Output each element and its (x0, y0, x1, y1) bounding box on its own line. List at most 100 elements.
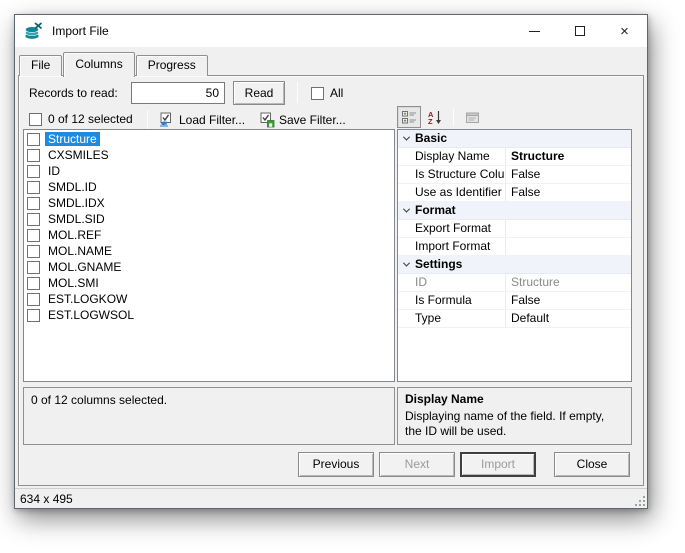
row-margin (398, 148, 415, 165)
list-item[interactable]: CXSMILES (24, 147, 394, 163)
category-name: Basic (415, 130, 447, 147)
property-value[interactable]: Structure (505, 148, 631, 165)
property-value[interactable]: False (505, 292, 631, 309)
import-button: Import (460, 452, 536, 477)
select-all-checkbox[interactable] (29, 113, 42, 126)
column-checkbox[interactable] (27, 245, 40, 258)
next-button: Next (379, 452, 455, 477)
footer-button-row: PreviousNextImport Close (19, 451, 630, 477)
list-item[interactable]: MOL.GNAME (24, 259, 394, 275)
property-name: ID (415, 274, 505, 291)
list-item[interactable]: EST.LOGKOW (24, 291, 394, 307)
column-checkbox[interactable] (27, 149, 40, 162)
column-label: CXSMILES (45, 148, 112, 162)
property-value[interactable]: False (505, 184, 631, 201)
property-value[interactable]: Default (505, 310, 631, 327)
column-label: MOL.GNAME (45, 260, 124, 274)
row-margin (398, 166, 415, 183)
column-label: MOL.NAME (45, 244, 115, 258)
property-grid[interactable]: BasicDisplay NameStructureIs Structure C… (397, 129, 632, 382)
alphabetical-sort-button[interactable]: A Z (423, 106, 447, 128)
alphabetical-sort-icon: A Z (428, 110, 443, 125)
property-row[interactable]: Is FormulaFalse (398, 292, 631, 310)
column-label: MOL.SMI (45, 276, 102, 290)
property-row[interactable]: IDStructure (398, 274, 631, 292)
collapse-chevron-icon[interactable] (398, 256, 415, 273)
list-item[interactable]: SMDL.SID (24, 211, 394, 227)
category-name: Format (415, 202, 456, 219)
column-checkbox[interactable] (27, 293, 40, 306)
list-item[interactable]: SMDL.ID (24, 179, 394, 195)
chevron-down-icon (403, 206, 410, 213)
column-checkbox[interactable] (27, 277, 40, 290)
row-margin (398, 274, 415, 291)
load-filter-icon (159, 112, 175, 128)
window-maximize-button[interactable] (557, 15, 602, 47)
select-all-checkbox-group[interactable]: 0 of 12 selected (29, 112, 133, 126)
column-checkbox[interactable] (27, 165, 40, 178)
property-value[interactable]: Structure (505, 274, 631, 291)
categorized-view-button[interactable] (397, 106, 421, 128)
column-label: MOL.REF (45, 228, 104, 242)
records-to-read-input[interactable] (131, 82, 225, 104)
property-row[interactable]: Use as IdentifierFalse (398, 184, 631, 202)
column-checkbox[interactable] (27, 181, 40, 194)
save-filter-icon (259, 112, 275, 128)
collapse-chevron-icon[interactable] (398, 130, 415, 147)
tab-columns[interactable]: Columns (63, 52, 134, 77)
row-margin (398, 292, 415, 309)
list-item[interactable]: SMDL.IDX (24, 195, 394, 211)
property-row[interactable]: Is Structure ColumnFalse (398, 166, 631, 184)
close-button[interactable]: Close (554, 452, 630, 477)
import-file-dialog: Import File × FileColumnsProgress Record… (14, 14, 648, 509)
maximize-icon (575, 26, 585, 36)
property-value[interactable] (505, 220, 631, 237)
chevron-down-icon (403, 134, 410, 141)
categorized-view-icon (402, 110, 417, 125)
column-checkbox[interactable] (27, 229, 40, 242)
read-button[interactable]: Read (233, 81, 285, 105)
all-checkbox-group[interactable]: All (311, 86, 343, 100)
property-category[interactable]: Format (398, 202, 631, 220)
chevron-down-icon (403, 260, 410, 267)
column-checkbox[interactable] (27, 133, 40, 146)
list-item[interactable]: MOL.REF (24, 227, 394, 243)
property-row[interactable]: Display NameStructure (398, 148, 631, 166)
property-value[interactable]: False (505, 166, 631, 183)
property-row[interactable]: Import Format (398, 238, 631, 256)
property-category[interactable]: Settings (398, 256, 631, 274)
property-row[interactable]: Export Format (398, 220, 631, 238)
records-to-read-label: Records to read: (29, 80, 118, 106)
load-filter-button[interactable]: Load Filter... (159, 109, 245, 131)
column-checkbox[interactable] (27, 213, 40, 226)
list-item[interactable]: MOL.NAME (24, 243, 394, 259)
property-description-title: Display Name (405, 392, 624, 407)
column-checkbox[interactable] (27, 261, 40, 274)
column-checkbox[interactable] (27, 197, 40, 210)
window-minimize-button[interactable] (512, 15, 557, 47)
list-item[interactable]: ID (24, 163, 394, 179)
resize-grip-icon[interactable] (633, 494, 645, 506)
tab-progress[interactable]: Progress (136, 55, 208, 76)
property-pages-button[interactable] (460, 106, 484, 128)
property-description-text: Displaying name of the field. If empty, … (405, 409, 624, 439)
window-title: Import File (52, 24, 109, 38)
property-value[interactable] (505, 238, 631, 255)
list-item[interactable]: Structure (24, 131, 394, 147)
list-item[interactable]: EST.LOGWSOL (24, 307, 394, 323)
previous-button[interactable]: Previous (298, 452, 374, 477)
all-checkbox[interactable] (311, 87, 324, 100)
title-bar: Import File × (15, 15, 647, 47)
list-item[interactable]: MOL.SMI (24, 275, 394, 291)
property-grid-toolbar: A Z (397, 105, 484, 129)
tab-file[interactable]: File (19, 55, 62, 76)
collapse-chevron-icon[interactable] (398, 202, 415, 219)
column-checkbox[interactable] (27, 309, 40, 322)
save-filter-button[interactable]: Save Filter... (259, 109, 346, 131)
columns-list[interactable]: StructureCXSMILESIDSMDL.IDSMDL.IDXSMDL.S… (23, 129, 395, 382)
minimize-icon (529, 31, 540, 32)
property-row[interactable]: TypeDefault (398, 310, 631, 328)
window-close-button[interactable]: × (602, 15, 647, 47)
property-category[interactable]: Basic (398, 130, 631, 148)
selection-info-panel: 0 of 12 columns selected. (23, 387, 395, 445)
